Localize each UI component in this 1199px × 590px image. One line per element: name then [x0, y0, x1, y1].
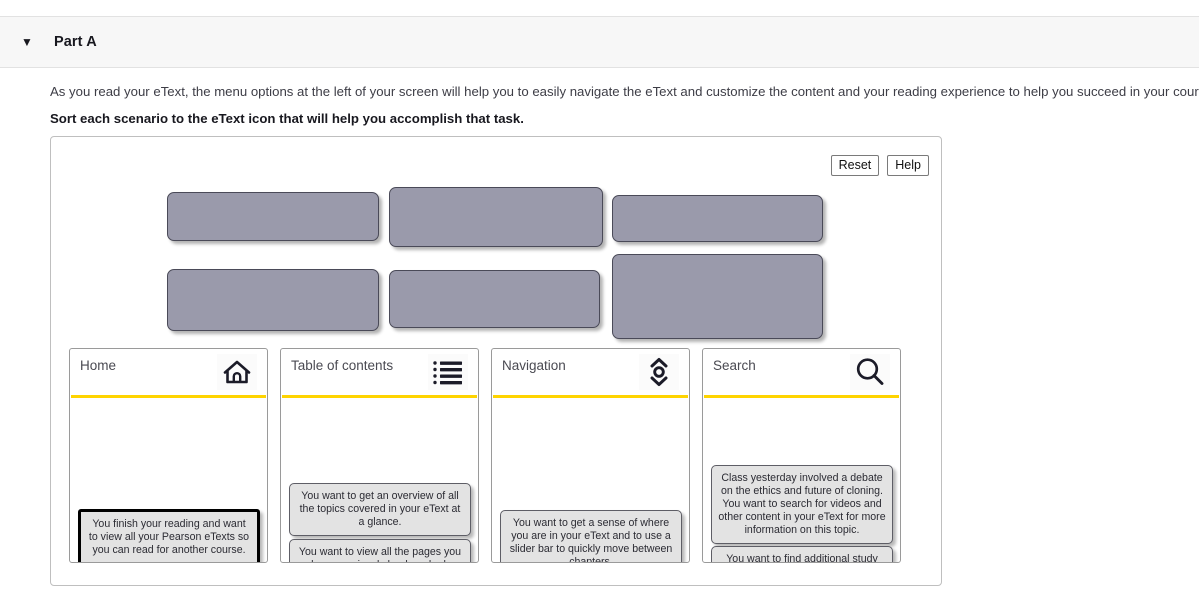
drop-zone-placeholder[interactable]: [612, 254, 823, 339]
instruction-text: Sort each scenario to the eText icon tha…: [50, 111, 524, 126]
category-card-header: Search: [703, 349, 900, 395]
scenario-tile[interactable]: You want to get an overview of all the t…: [289, 483, 471, 536]
activity-toolbar: Reset Help: [830, 155, 929, 176]
list-icon: [428, 354, 468, 390]
drop-zone-placeholder[interactable]: [167, 269, 379, 331]
category-card-body: You finish your reading and want to view…: [70, 398, 267, 562]
reset-button[interactable]: Reset: [830, 155, 880, 176]
category-card-title: Table of contents: [291, 358, 394, 373]
category-card-title: Home: [80, 358, 117, 373]
drop-zone-placeholder[interactable]: [167, 192, 379, 241]
help-button[interactable]: Help: [887, 155, 929, 176]
search-icon: [850, 354, 890, 390]
scenario-tile[interactable]: Class yesterday involved a debate on the…: [711, 465, 893, 544]
scenario-tile[interactable]: You want to get a sense of where you are…: [500, 510, 682, 562]
category-card-body: You want to get a sense of where you are…: [492, 398, 689, 562]
category-card-search[interactable]: Search Class yesterday involved a debate …: [702, 348, 901, 563]
scenario-tile[interactable]: You want to find additional study tools …: [711, 546, 893, 562]
part-header-bar[interactable]: ▼ Part A: [0, 16, 1199, 68]
category-card-header: Navigation: [492, 349, 689, 395]
category-card-navigation[interactable]: Navigation You want to get a sense of whe…: [491, 348, 690, 563]
category-card-table-of-contents[interactable]: Table of contents You want to get an over…: [280, 348, 479, 563]
drag-drop-activity: Reset Help Home You finish your reading a…: [50, 136, 942, 586]
slider-updown-icon: [639, 354, 679, 390]
home-icon: [217, 354, 257, 390]
drop-zone-placeholder[interactable]: [389, 270, 600, 328]
drop-zone-placeholder[interactable]: [389, 187, 603, 247]
scenario-tile[interactable]: You finish your reading and want to view…: [78, 509, 260, 562]
category-card-header: Table of contents: [281, 349, 478, 395]
drop-zone-placeholder[interactable]: [612, 195, 823, 242]
category-card-header: Home: [70, 349, 267, 395]
category-card-title: Search: [713, 358, 756, 373]
chevron-down-icon[interactable]: ▼: [14, 36, 40, 48]
category-card-home[interactable]: Home You finish your reading and want to …: [69, 348, 268, 563]
category-card-body: Class yesterday involved a debate on the…: [703, 398, 900, 562]
scenario-tile[interactable]: You want to view all the pages you have …: [289, 539, 471, 562]
category-card-title: Navigation: [502, 358, 566, 373]
page-title: Part A: [54, 34, 97, 50]
category-card-body: You want to get an overview of all the t…: [281, 398, 478, 562]
intro-paragraph: As you read your eText, the menu options…: [50, 84, 1199, 99]
